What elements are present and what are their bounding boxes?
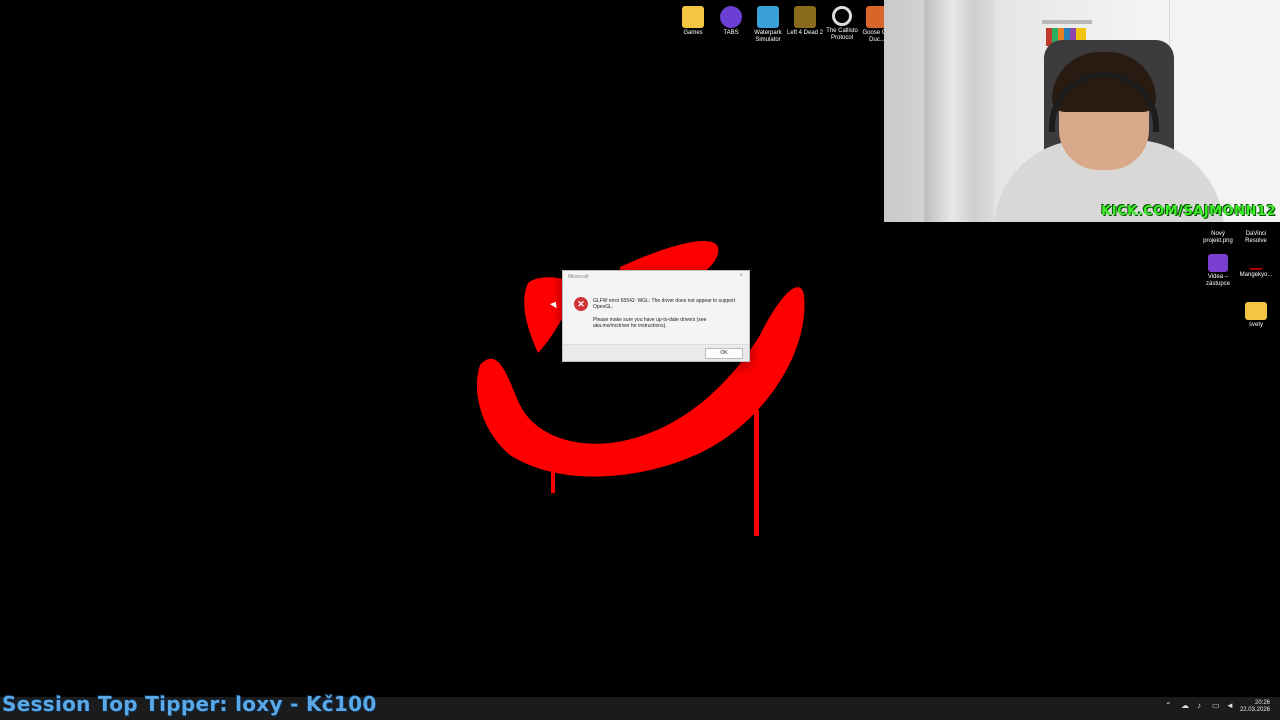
clock-time: 20:26 xyxy=(1254,700,1270,706)
webcam-feed: KICK.COM/SAJMONN12 xyxy=(884,0,1280,222)
desktop-icon-davinci[interactable]: DaVinci Resolve xyxy=(1237,225,1275,245)
cloud-icon[interactable]: ☁ xyxy=(1181,701,1189,710)
folder-icon xyxy=(682,6,704,28)
desktop-icon-callisto[interactable]: The Callisto Protocol xyxy=(823,6,861,42)
desktop-icon-label: TABS xyxy=(723,30,739,36)
drip-right xyxy=(754,410,759,536)
mangekyo-icon xyxy=(1249,254,1263,270)
desktop-icon-label: The Callisto Protocol xyxy=(826,28,858,41)
monitor-icon[interactable]: ▭ xyxy=(1212,701,1220,710)
davinci-icon xyxy=(1245,225,1267,229)
curtain xyxy=(924,0,994,222)
desktop-icon-label: svety xyxy=(1248,322,1263,328)
desktop-icon-waterpark[interactable]: Waterpark Simulator xyxy=(749,6,787,44)
kick-channel-overlay: KICK.COM/SAJMONN12 xyxy=(1101,204,1276,219)
desktop-icon-label: Waterpark Simulator xyxy=(754,30,782,43)
image-file-icon xyxy=(1207,225,1229,229)
ok-button[interactable]: OK xyxy=(705,348,743,359)
error-icon: ✕ xyxy=(574,297,588,311)
desktop-icon-label: Mangekyo... xyxy=(1239,272,1273,278)
dialog-footer: OK xyxy=(563,344,749,361)
dialog-message-help: Please make sure you have up-to-date dri… xyxy=(593,317,707,329)
left4dead-icon xyxy=(794,6,816,28)
desktop-icon-videa[interactable]: Videa – zástupce xyxy=(1199,254,1237,288)
desktop-icon-novy-projekt[interactable]: Nový projekt.png xyxy=(1199,225,1237,245)
tabs-game-icon xyxy=(720,6,742,28)
minecraft-error-dialog: Minecraft × ✕ GLFW error 65542: WGL: The… xyxy=(562,270,750,362)
folder-icon xyxy=(1245,302,1267,320)
dialog-message-error: GLFW error 65542: WGL: The driver does n… xyxy=(593,298,736,310)
microphone-icon[interactable]: ♪ xyxy=(1197,701,1201,710)
desktop-icon-label: Videa – zástupce xyxy=(1205,274,1230,287)
desktop-icon-games[interactable]: Games xyxy=(674,6,712,37)
dialog-title: Minecraft xyxy=(568,274,589,280)
clock-date: 22.03.2026 xyxy=(1239,707,1270,713)
waterpark-icon xyxy=(757,6,779,28)
desktop-icon-mangekyo[interactable]: Mangekyo... xyxy=(1237,254,1275,279)
desktop-icon-label: DaVinci Resolve xyxy=(1245,231,1267,244)
chevron-up-icon[interactable]: ⌃ xyxy=(1165,701,1172,710)
drip-left xyxy=(551,457,555,493)
desktop-icon-left4dead2[interactable]: Left 4 Dead 2 xyxy=(786,6,824,37)
desktop-icon-svety[interactable]: svety xyxy=(1237,302,1275,329)
video-shortcut-icon xyxy=(1208,254,1228,272)
speaker-icon[interactable]: ◄ xyxy=(1226,701,1234,710)
desktop-icon-label: Nový projekt.png xyxy=(1203,231,1233,244)
desktop-icon-label: Left 4 Dead 2 xyxy=(786,30,824,36)
system-clock[interactable]: 20:26 22.03.2026 xyxy=(1240,700,1270,714)
stream-top-tipper-overlay: Session Top Tipper: loxy - Kč100 xyxy=(2,692,377,716)
desktop-icon-label: Games xyxy=(683,30,703,36)
close-icon[interactable]: × xyxy=(739,273,743,279)
desktop-icon-tabs[interactable]: TABS xyxy=(712,6,750,37)
shelf xyxy=(1042,20,1092,24)
callisto-icon xyxy=(832,6,852,26)
